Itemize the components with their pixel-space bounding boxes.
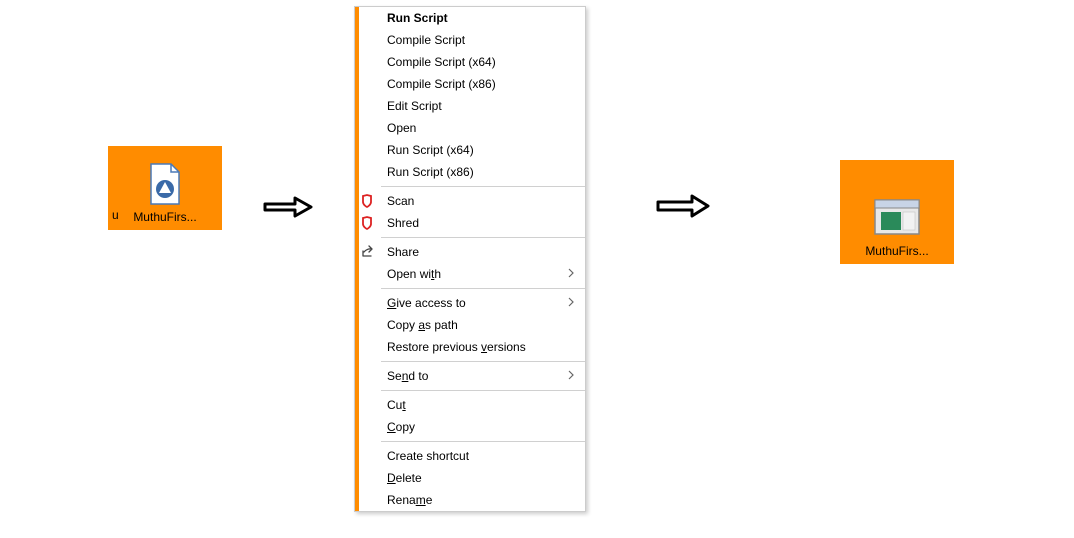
menu-separator: [381, 390, 585, 391]
menu-item-label: Scan: [387, 194, 575, 208]
menu-item-label: Send to: [387, 369, 567, 383]
menu-item-label: Compile Script (x86): [387, 77, 575, 91]
file-label: MuthuFirs...: [844, 244, 950, 258]
menu-item-label: Run Script: [387, 11, 575, 25]
menu-item-run-script-x86[interactable]: Run Script (x86): [383, 161, 585, 183]
menu-item-run-script-x64[interactable]: Run Script (x64): [383, 139, 585, 161]
label-fragment: u: [112, 208, 119, 222]
menu-item-label: Create shortcut: [387, 449, 575, 463]
menu-item-label: Delete: [387, 471, 575, 485]
menu-item-run-script[interactable]: Run Script: [383, 7, 585, 29]
chevron-right-icon: [567, 268, 575, 281]
menu-separator: [381, 186, 585, 187]
menu-item-edit-script[interactable]: Edit Script: [383, 95, 585, 117]
menu-item-label: Give access to: [387, 296, 567, 310]
compiled-exe-icon: [871, 186, 923, 240]
menu-item-delete[interactable]: Delete: [383, 467, 585, 489]
menu-item-label: Run Script (x64): [387, 143, 575, 157]
menu-separator: [381, 361, 585, 362]
menu-item-label: Shred: [387, 216, 575, 230]
chevron-right-icon: [567, 297, 575, 310]
menu-item-scan[interactable]: Scan: [383, 190, 585, 212]
menu-item-label: Restore previous versions: [387, 340, 575, 354]
menu-item-rename[interactable]: Rename: [383, 489, 585, 511]
menu-item-compile-script-x64[interactable]: Compile Script (x64): [383, 51, 585, 73]
menu-item-label: Edit Script: [387, 99, 575, 113]
file-label: MuthuFirs...: [112, 210, 218, 224]
menu-item-cut[interactable]: Cut: [383, 394, 585, 416]
mcafee-icon: [359, 193, 375, 209]
menu-item-give-access-to[interactable]: Give access to: [383, 292, 585, 314]
menu-separator: [381, 237, 585, 238]
autoit-script-icon: [147, 162, 183, 206]
arrow-icon: [654, 192, 714, 220]
menu-item-label: Open with: [387, 267, 567, 281]
menu-item-open[interactable]: Open: [383, 117, 585, 139]
mcafee-icon: [359, 215, 375, 231]
menu-item-copy-as-path[interactable]: Copy as path: [383, 314, 585, 336]
menu-item-label: Run Script (x86): [387, 165, 575, 179]
menu-item-compile-script[interactable]: Compile Script: [383, 29, 585, 51]
menu-separator: [381, 441, 585, 442]
menu-item-shred[interactable]: Shred: [383, 212, 585, 234]
menu-item-send-to[interactable]: Send to: [383, 365, 585, 387]
menu-item-compile-script-x86[interactable]: Compile Script (x86): [383, 73, 585, 95]
context-menu: Run Script Compile Script Compile Script (…: [354, 6, 586, 512]
menu-item-share[interactable]: Share: [383, 241, 585, 263]
menu-separator: [381, 288, 585, 289]
share-icon: [359, 244, 375, 260]
menu-item-label: Share: [387, 245, 575, 259]
menu-item-label: Copy: [387, 420, 575, 434]
menu-item-label: Copy as path: [387, 318, 575, 332]
chevron-right-icon: [567, 370, 575, 383]
menu-item-label: Open: [387, 121, 575, 135]
menu-item-copy[interactable]: Copy: [383, 416, 585, 438]
menu-item-label: Compile Script (x64): [387, 55, 575, 69]
menu-item-label: Cut: [387, 398, 575, 412]
menu-item-open-with[interactable]: Open with: [383, 263, 585, 285]
compiled-file-tile[interactable]: MuthuFirs...: [840, 160, 954, 264]
menu-item-restore-previous-versions[interactable]: Restore previous versions: [383, 336, 585, 358]
menu-item-create-shortcut[interactable]: Create shortcut: [383, 445, 585, 467]
menu-item-label: Compile Script: [387, 33, 575, 47]
menu-item-label: Rename: [387, 493, 575, 507]
source-file-tile[interactable]: u MuthuFirs...: [108, 146, 222, 230]
arrow-icon: [261, 192, 317, 222]
